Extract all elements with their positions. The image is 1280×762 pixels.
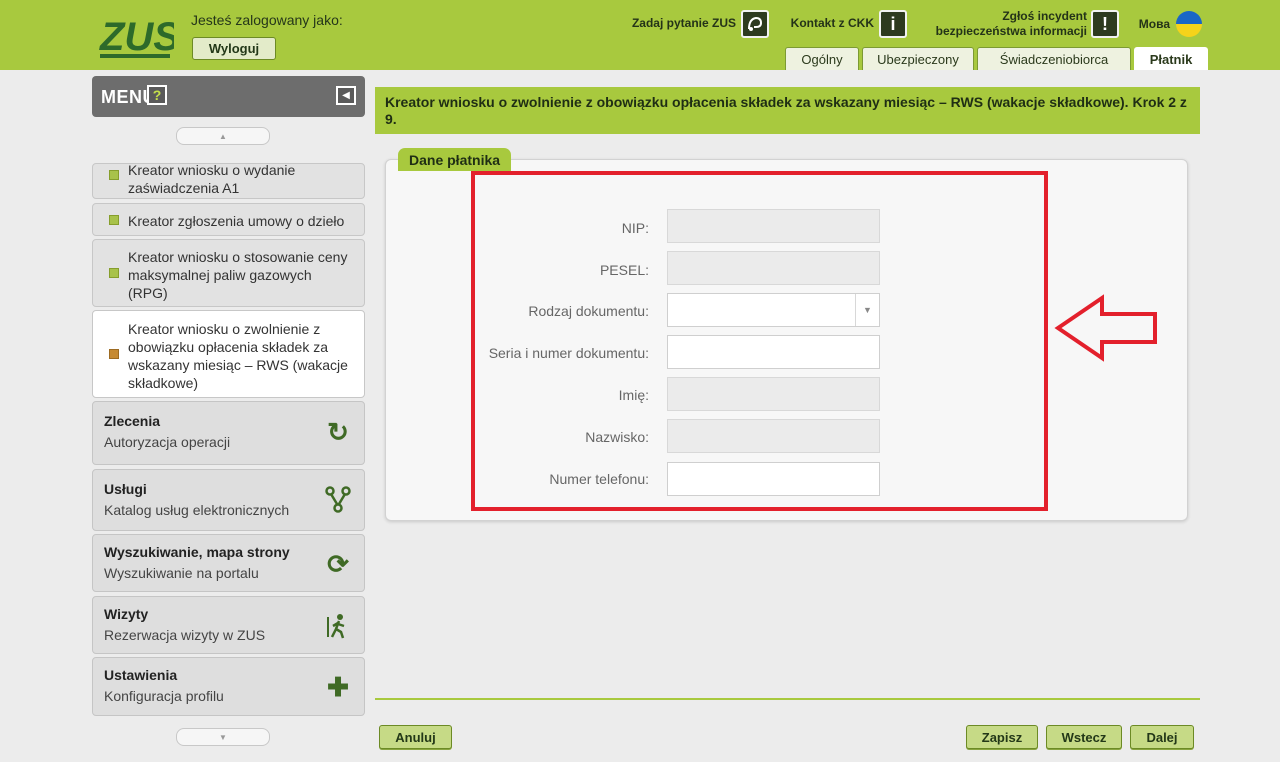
refresh-icon: ↻ bbox=[327, 416, 349, 447]
sidebar-item-a1[interactable]: Kreator wniosku o wydanie zaświadczenia … bbox=[92, 163, 365, 199]
report-line-2: bezpieczeństwa informacji bbox=[935, 24, 1087, 38]
walking-person-icon bbox=[324, 612, 352, 640]
logged-in-label: Jesteś zalogowany jako: bbox=[191, 12, 343, 28]
sidebar-item-umowa-o-dzielo[interactable]: Kreator zgłoszenia umowy o dzieło bbox=[92, 203, 365, 236]
bullet-icon bbox=[109, 170, 119, 180]
highlight-frame bbox=[471, 171, 1048, 511]
save-button[interactable]: Zapisz bbox=[966, 725, 1038, 749]
left-arrow-annotation bbox=[1054, 294, 1157, 362]
puzzle-icon: ✚ bbox=[327, 671, 349, 702]
category-subtitle: Rezerwacja wizyty w ZUS bbox=[104, 627, 266, 643]
scroll-down-button[interactable]: ▼ bbox=[176, 728, 270, 746]
warning-icon[interactable]: ! bbox=[1091, 10, 1119, 38]
category-title: Zlecenia bbox=[104, 413, 161, 429]
page-title: Kreator wniosku o zwolnienie z obowiązku… bbox=[375, 87, 1200, 134]
sidebar-item-label: Kreator wniosku o stosowanie ceny maksym… bbox=[128, 249, 348, 301]
category-subtitle: Wyszukiwanie na portalu bbox=[104, 565, 259, 581]
cancel-button[interactable]: Anuluj bbox=[379, 725, 452, 749]
report-line-1: Zgłoś incydent bbox=[1002, 9, 1087, 23]
category-title: Wizyty bbox=[104, 606, 149, 622]
tab-platnik[interactable]: Płatnik bbox=[1134, 47, 1208, 70]
sidebar-item-rws[interactable]: Kreator wniosku o zwolnienie z obowiązku… bbox=[92, 310, 365, 398]
header: ZUS Jesteś zalogowany jako: Wyloguj Zada… bbox=[0, 0, 1280, 70]
scroll-up-button[interactable]: ▲ bbox=[176, 127, 270, 145]
tab-swiadczeniobiorca[interactable]: Świadczeniobiorca bbox=[977, 47, 1131, 70]
category-title: Usługi bbox=[104, 481, 147, 497]
next-button[interactable]: Dalej bbox=[1130, 725, 1194, 749]
footer-divider bbox=[375, 698, 1200, 700]
ask-zus-link[interactable]: Zadaj pytanie ZUS bbox=[618, 16, 736, 31]
bullet-icon bbox=[109, 215, 119, 225]
category-title: Wyszukiwanie, mapa strony bbox=[104, 544, 290, 560]
section-title: Dane płatnika bbox=[398, 148, 512, 171]
report-incident-link[interactable]: Zgłoś incydent bezpieczeństwa informacji bbox=[915, 9, 1087, 39]
info-icon[interactable]: i bbox=[879, 10, 907, 38]
sidebar-item-label: Kreator wniosku o zwolnienie z obowiązku… bbox=[128, 321, 348, 391]
language-link[interactable]: Мова bbox=[1130, 17, 1170, 32]
sidebar-category-wizyty[interactable]: Wizyty Rezerwacja wizyty w ZUS bbox=[92, 596, 365, 654]
services-icon bbox=[324, 486, 352, 514]
portal-tabs: Ogólny Ubezpieczony Świadczeniobiorca Pł… bbox=[785, 47, 1208, 70]
sidebar-item-label: Kreator zgłoszenia umowy o dzieło bbox=[128, 213, 345, 229]
sync-icon: ⟳ bbox=[327, 548, 349, 579]
menu-header: MENU ? ◀ bbox=[92, 76, 365, 117]
svg-text:ZUS: ZUS bbox=[99, 15, 174, 59]
collapse-menu-icon[interactable]: ◀ bbox=[336, 86, 356, 105]
sidebar-item-label: Kreator wniosku o wydanie zaświadczenia … bbox=[128, 163, 296, 196]
contact-ckk-link[interactable]: Kontakt z CKK bbox=[776, 16, 874, 31]
tab-ubezpieczony[interactable]: Ubezpieczony bbox=[862, 47, 974, 70]
ukraine-flag-icon[interactable] bbox=[1176, 11, 1202, 37]
help-icon[interactable]: ? bbox=[147, 85, 167, 105]
chat-icon[interactable] bbox=[741, 10, 769, 38]
sidebar-category-uslugi[interactable]: Usługi Katalog usług elektronicznych bbox=[92, 469, 365, 531]
sidebar-category-ustawienia[interactable]: Ustawienia Konfiguracja profilu ✚ bbox=[92, 657, 365, 716]
logout-button[interactable]: Wyloguj bbox=[192, 37, 276, 60]
category-subtitle: Autoryzacja operacji bbox=[104, 434, 231, 450]
tab-ogolny[interactable]: Ogólny bbox=[785, 47, 859, 70]
category-subtitle: Konfiguracja profilu bbox=[104, 688, 224, 704]
sidebar-category-wyszukiwanie[interactable]: Wyszukiwanie, mapa strony Wyszukiwanie n… bbox=[92, 534, 365, 592]
sidebar-item-rpg[interactable]: Kreator wniosku o stosowanie ceny maksym… bbox=[92, 239, 365, 307]
category-title: Ustawienia bbox=[104, 667, 178, 683]
bullet-icon bbox=[109, 349, 119, 359]
zus-logo[interactable]: ZUS bbox=[98, 10, 174, 60]
bullet-icon bbox=[109, 268, 119, 278]
category-subtitle: Katalog usług elektronicznych bbox=[104, 502, 290, 518]
sidebar-category-zlecenia[interactable]: Zlecenia Autoryzacja operacji ↻ bbox=[92, 401, 365, 465]
back-button[interactable]: Wstecz bbox=[1046, 725, 1122, 749]
